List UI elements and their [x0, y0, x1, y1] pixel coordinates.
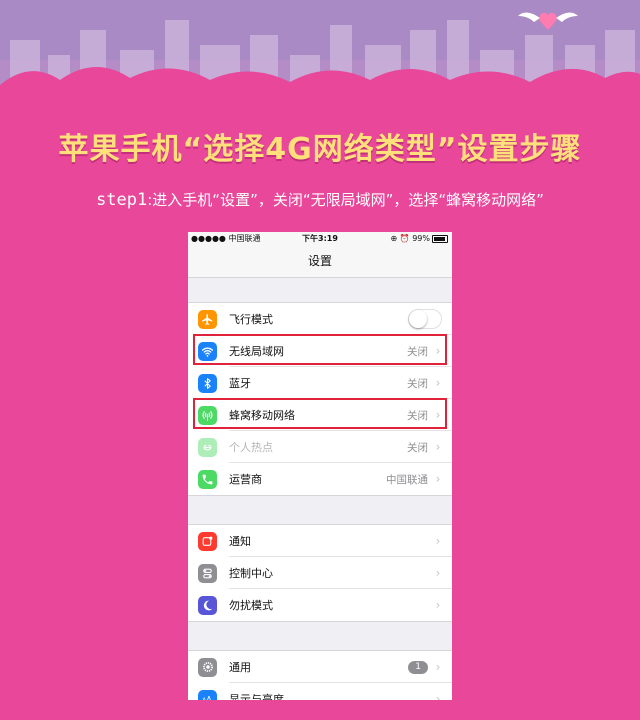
row-label: 通用	[229, 661, 251, 674]
step-label: step1	[96, 190, 148, 210]
notifications-icon	[198, 531, 217, 551]
settings-group-notifications: 通知 › 控制中心 › 勿扰模式 ›	[188, 524, 452, 622]
airplane-mode-toggle[interactable]	[408, 309, 442, 329]
svg-text:A: A	[206, 695, 212, 700]
phone-icon	[198, 469, 217, 489]
step-instruction: step1:进入手机“设置”，关闭“无限局域网”，选择“蜂窝移动网络”	[0, 189, 640, 210]
page-title: 苹果手机“选择4G网络类型”设置步骤	[58, 132, 582, 167]
settings-row-notifications[interactable]: 通知 ›	[188, 525, 452, 557]
row-label: 飞行模式	[229, 313, 273, 326]
settings-row-personal-hotspot[interactable]: 个人热点 关闭 ›	[188, 431, 452, 463]
chevron-right-icon: ›	[435, 660, 441, 674]
chevron-right-icon: ›	[435, 692, 441, 700]
airplane-icon	[198, 309, 217, 329]
chevron-right-icon: ›	[435, 440, 441, 454]
chevron-right-icon: ›	[435, 566, 441, 580]
update-badge: 1	[408, 660, 428, 674]
battery-status: ⊕ ⏰ 99%	[390, 232, 448, 245]
step-text: :进入手机“设置”，关闭“无限局域网”，选择“蜂窝移动网络”	[147, 191, 544, 209]
control-center-icon	[198, 563, 217, 583]
row-label: 通知	[229, 535, 251, 548]
phone-settings-screenshot: ●●●●● 中国联通 下午3:19 ⊕ ⏰ 99% 设置 飞行模式 无线局域网 …	[188, 232, 452, 700]
settings-row-display-brightness[interactable]: AA 显示与亮度 ›	[188, 683, 452, 700]
chevron-right-icon: ›	[435, 598, 441, 612]
chevron-right-icon: ›	[435, 472, 441, 486]
battery-percent: 99%	[412, 234, 430, 243]
row-label: 显示与亮度	[229, 693, 284, 700]
chevron-right-icon: ›	[435, 534, 441, 548]
row-label: 勿扰模式	[229, 599, 273, 612]
battery-icon	[432, 234, 448, 243]
settings-row-control-center[interactable]: 控制中心 ›	[188, 557, 452, 589]
row-label: 控制中心	[229, 567, 273, 580]
row-value: 关闭	[407, 441, 428, 454]
nav-title: 设置	[188, 245, 452, 278]
settings-row-airplane-mode[interactable]: 飞行模式	[188, 303, 452, 335]
highlight-box-cellular	[193, 398, 447, 429]
highlight-box-wlan	[193, 334, 447, 365]
chevron-right-icon: ›	[435, 376, 441, 390]
gear-icon	[198, 657, 217, 677]
header-skyline-illustration	[0, 0, 640, 110]
moon-icon	[198, 595, 217, 615]
settings-row-bluetooth[interactable]: 蓝牙 关闭 ›	[188, 367, 452, 399]
settings-row-do-not-disturb[interactable]: 勿扰模式 ›	[188, 589, 452, 621]
row-value: 中国联通	[386, 473, 428, 486]
settings-group-general: 通用 1 › AA 显示与亮度 ›	[188, 650, 452, 700]
row-label: 运营商	[229, 473, 262, 486]
settings-row-carrier[interactable]: 运营商 中国联通 ›	[188, 463, 452, 495]
hotspot-icon	[198, 437, 217, 457]
row-value: 关闭	[407, 377, 428, 390]
settings-row-general[interactable]: 通用 1 ›	[188, 651, 452, 683]
row-label: 蓝牙	[229, 377, 251, 390]
bluetooth-icon	[198, 373, 217, 393]
row-label: 个人热点	[229, 441, 273, 454]
status-bar: ●●●●● 中国联通 下午3:19 ⊕ ⏰ 99%	[188, 232, 452, 245]
display-icon: AA	[198, 689, 217, 700]
toggle-knob	[409, 310, 427, 328]
